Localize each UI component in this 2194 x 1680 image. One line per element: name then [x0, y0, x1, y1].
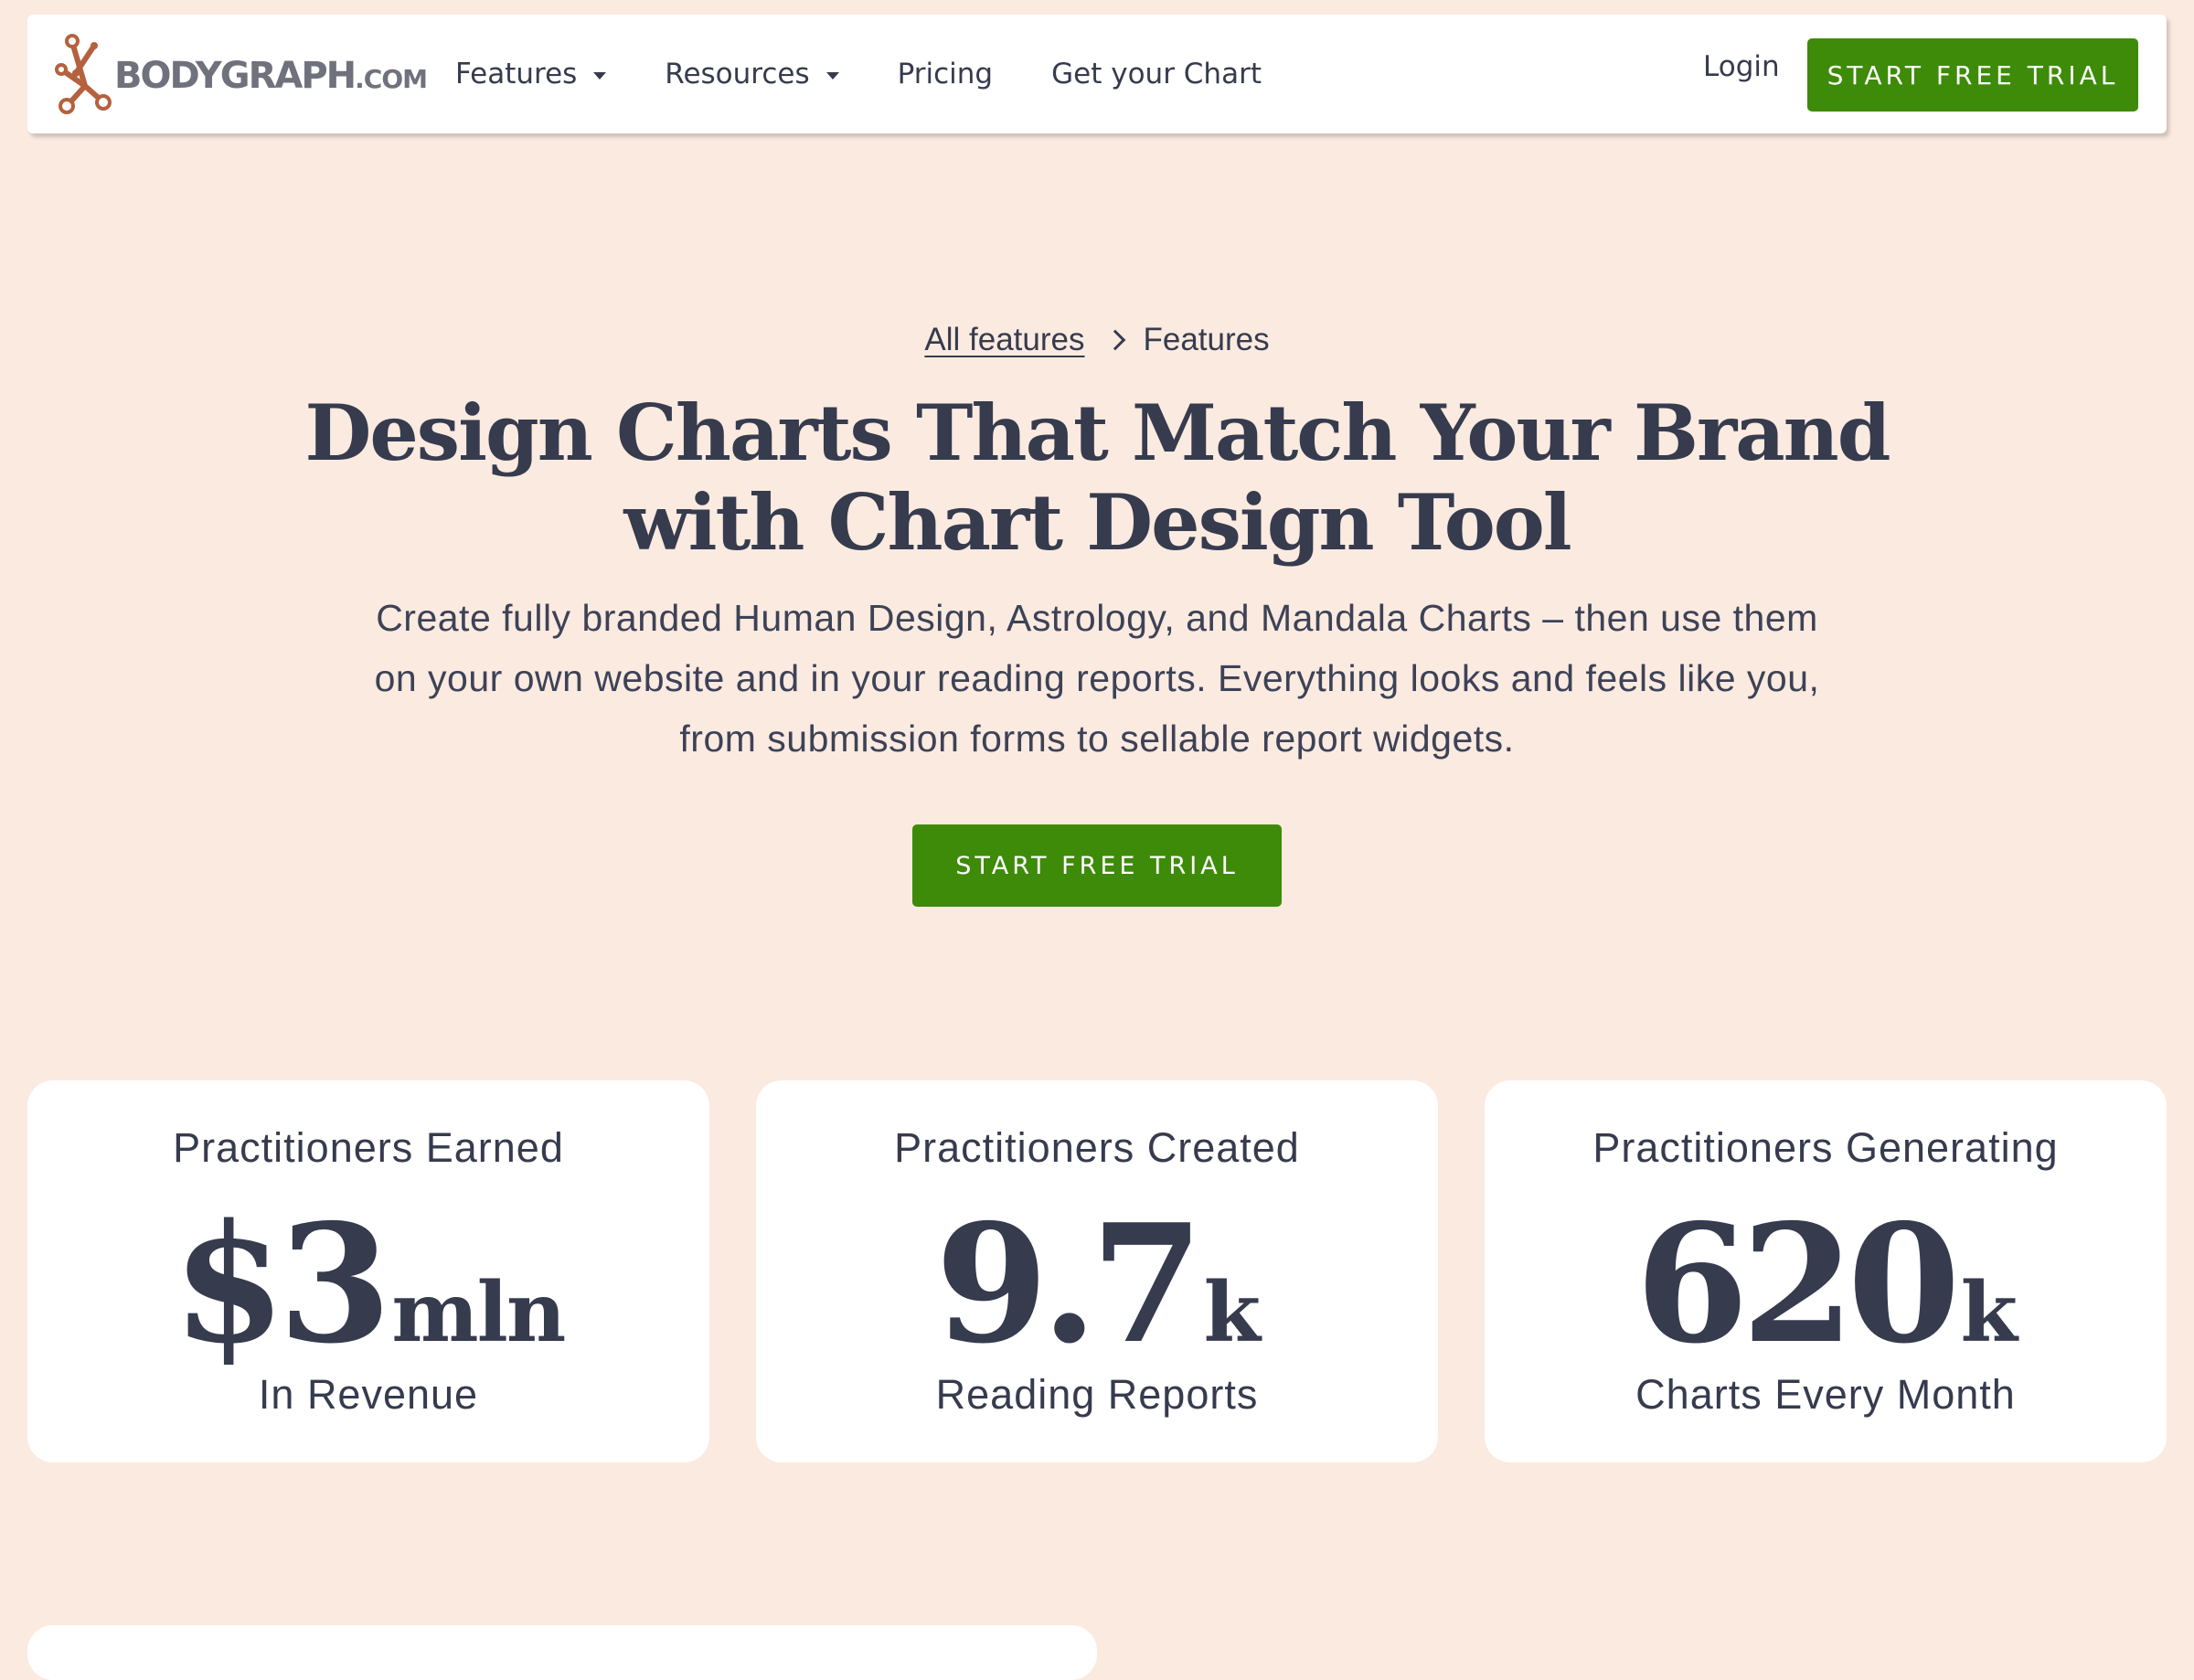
hero-subtitle: Create fully branded Human Design, Astro…: [374, 597, 1820, 760]
menu-item-features[interactable]: Features: [455, 58, 607, 90]
stat-unit: k: [1960, 1264, 2018, 1361]
menu-item-label: Features: [455, 58, 578, 90]
breadcrumb-all-features-link[interactable]: All features: [924, 322, 1084, 358]
stat-value: 620 k: [1485, 1188, 2167, 1380]
stat-label: Practitioners Generating: [1592, 1124, 2059, 1171]
stat-label: Practitioners Created: [894, 1124, 1300, 1171]
caret-down-icon: [825, 72, 839, 80]
hero-start-free-trial-button[interactable]: START FREE TRIAL: [912, 824, 1282, 907]
chevron-right-icon: [1105, 329, 1126, 351]
stat-value: $3 mln: [27, 1188, 709, 1380]
top-navigation: BODYGRAPH.COM Features Resources Pricing…: [27, 15, 2167, 133]
stat-caption: Reading Reports: [935, 1371, 1259, 1418]
stat-number: 9.7: [934, 1188, 1204, 1379]
caret-down-icon: [593, 72, 607, 80]
start-free-trial-button[interactable]: START FREE TRIAL: [1807, 38, 2138, 112]
logo-wordmark: BODYGRAPH.COM: [114, 55, 428, 97]
menu-item-resources[interactable]: Resources: [665, 58, 839, 90]
page-title-line-2: with Chart Design Tool: [623, 477, 1571, 568]
menu-item-get-your-chart[interactable]: Get your Chart: [1051, 58, 1262, 90]
main-menu: Features Resources Pricing Get your Char…: [455, 15, 1320, 133]
stat-caption: Charts Every Month: [1635, 1371, 2016, 1418]
bodygraph-logo-icon: [55, 34, 112, 114]
next-section-card: [27, 1625, 1097, 1680]
login-link[interactable]: Login: [1703, 7, 1780, 126]
page-title-line-1: Design Charts That Match Your Brand: [304, 388, 1891, 478]
site-logo[interactable]: BODYGRAPH.COM: [52, 33, 428, 115]
menu-item-label: Resources: [665, 58, 810, 90]
stat-label: Practitioners Earned: [173, 1124, 564, 1171]
menu-item-pricing[interactable]: Pricing: [898, 58, 994, 90]
menu-item-label: Get your Chart: [1051, 58, 1262, 90]
stat-card-charts: Practitioners Generating 620 k Charts Ev…: [1485, 1080, 2167, 1462]
menu-item-label: Pricing: [897, 58, 994, 90]
stat-unit: k: [1203, 1264, 1261, 1361]
stat-card-reports: Practitioners Created 9.7 k Reading Repo…: [756, 1080, 1438, 1462]
stat-caption: In Revenue: [258, 1371, 479, 1418]
stat-value: 9.7 k: [756, 1188, 1438, 1380]
stat-card-revenue: Practitioners Earned $3 mln In Revenue: [27, 1080, 709, 1462]
breadcrumb: All features Features: [0, 322, 2194, 358]
page-title: Design Charts That Match Your Brand with…: [274, 388, 1920, 568]
breadcrumb-current: Features: [1143, 322, 1270, 357]
stat-number: 620: [1635, 1188, 1961, 1379]
stat-number: $3: [172, 1188, 392, 1379]
stat-unit: mln: [391, 1264, 566, 1361]
